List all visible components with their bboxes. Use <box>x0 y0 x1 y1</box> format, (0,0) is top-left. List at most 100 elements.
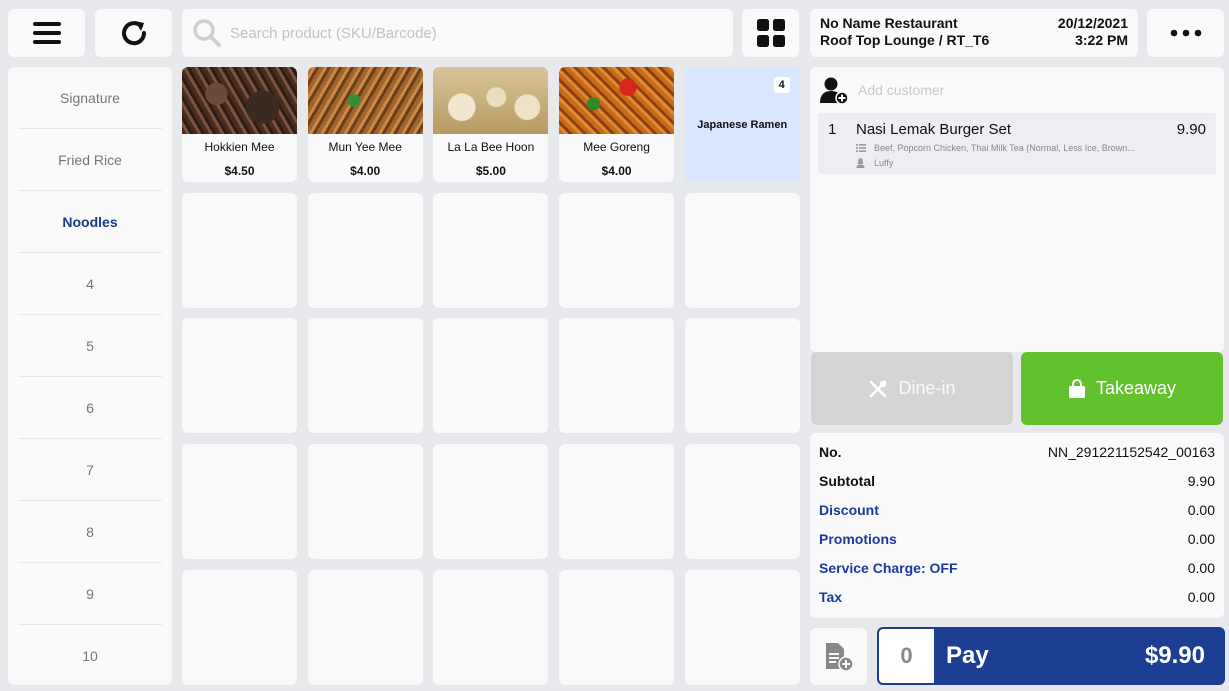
order-number-value: NN_291221152542_00163 <box>1047 443 1215 460</box>
category-item[interactable]: Fried Rice <box>18 129 162 191</box>
empty-tile <box>433 192 549 308</box>
bag-icon <box>1068 378 1085 398</box>
product-tile[interactable]: Mee Goreng $4.00 <box>559 67 675 182</box>
cutlery-icon <box>870 380 887 397</box>
search-icon <box>193 19 221 47</box>
empty-tile <box>307 192 423 308</box>
dine-in-label: Dine-in <box>898 378 956 398</box>
header-info: No Name Restaurant 20/12/2021 Roof Top L… <box>810 9 1138 57</box>
pay-item-count: 0 <box>879 629 934 683</box>
promotions-row: Promotions 0.00 <box>819 524 1215 553</box>
product-tile[interactable]: La La Bee Hoon $5.00 <box>433 67 549 182</box>
tax-row: Tax 0.00 <box>819 582 1215 611</box>
header-time: 3:22 PM <box>1075 32 1128 48</box>
empty-tile <box>559 192 675 308</box>
empty-tile <box>559 318 675 434</box>
category-list: Signature Fried Rice Noodles 4 5 6 7 8 9… <box>8 67 172 685</box>
empty-tile <box>559 569 675 685</box>
category-item[interactable]: 8 <box>18 501 162 563</box>
subtotal-value: 9.90 <box>1187 472 1215 489</box>
takeaway-button[interactable]: Takeaway <box>1021 352 1223 425</box>
promotions-value: 0.00 <box>1187 530 1215 547</box>
search-bar[interactable] <box>182 9 733 57</box>
menu-icon <box>32 22 61 44</box>
chef-icon <box>856 158 870 168</box>
product-name: Mun Yee Mee <box>328 140 402 154</box>
product-tile[interactable]: Mun Yee Mee $4.00 <box>307 67 423 182</box>
tax-value: 0.00 <box>1187 588 1215 605</box>
empty-tile <box>433 318 549 434</box>
product-image <box>559 67 675 134</box>
product-image <box>433 67 549 134</box>
category-item[interactable]: 6 <box>18 377 162 439</box>
add-note-button[interactable] <box>810 628 867 685</box>
pay-amount: $9.90 <box>1144 642 1205 669</box>
folder-name: Japanese Ramen <box>697 118 788 131</box>
grid-view-button[interactable] <box>742 9 799 57</box>
empty-tile <box>559 444 675 560</box>
order-panel: 1 Nasi Lemak Burger Set 9.90 Beef, Popco… <box>810 67 1224 352</box>
empty-tile <box>684 192 800 308</box>
customer-input[interactable] <box>858 82 1158 98</box>
category-item[interactable]: 5 <box>18 315 162 377</box>
category-item[interactable]: 7 <box>18 439 162 501</box>
header-date: 20/12/2021 <box>1057 15 1128 31</box>
grid-icon <box>756 19 785 47</box>
category-item-active[interactable]: Noodles <box>18 191 162 253</box>
category-item[interactable]: 4 <box>18 253 162 315</box>
category-item[interactable]: Signature <box>18 67 162 129</box>
subtotal-row: Subtotal 9.90 <box>819 466 1215 495</box>
table-name: Roof Top Lounge / RT_T6 <box>820 32 990 48</box>
more-button[interactable] <box>1147 9 1224 57</box>
product-name: Mee Goreng <box>583 140 650 154</box>
order-item-qty: 1 <box>828 121 837 138</box>
menu-button[interactable] <box>8 9 85 57</box>
service-charge-link[interactable]: Service Charge: OFF <box>819 560 958 576</box>
empty-tile <box>684 318 800 434</box>
empty-tile <box>182 318 297 434</box>
order-item-modifiers: Beef, Popcorn Chicken, Thai Milk Tea (No… <box>874 143 1135 153</box>
add-note-icon <box>825 642 854 672</box>
pay-button[interactable]: 0 Pay $9.90 <box>877 627 1225 685</box>
product-image <box>307 67 423 134</box>
service-charge-value: 0.00 <box>1187 559 1215 576</box>
refresh-button[interactable] <box>95 9 172 57</box>
list-icon <box>856 144 870 152</box>
empty-tile <box>307 569 423 685</box>
tax-link[interactable]: Tax <box>819 589 842 605</box>
category-item[interactable]: 10 <box>18 625 162 687</box>
product-name: Hokkien Mee <box>204 140 275 154</box>
product-price: $4.00 <box>601 164 632 178</box>
search-input[interactable] <box>230 24 710 42</box>
empty-tile <box>307 318 423 434</box>
promotions-link[interactable]: Promotions <box>819 531 897 547</box>
order-item-name: Nasi Lemak Burger Set <box>856 121 1012 138</box>
product-grid: Hokkien Mee $4.50 Mun Yee Mee $4.00 La L… <box>182 67 800 687</box>
subtotal-label: Subtotal <box>819 472 875 489</box>
discount-link[interactable]: Discount <box>819 502 879 518</box>
empty-tile <box>182 192 297 308</box>
order-number-label: No. <box>819 443 842 460</box>
product-folder-tile[interactable]: 4 Japanese Ramen <box>684 67 800 182</box>
empty-tile <box>307 444 423 560</box>
empty-tile <box>684 444 800 560</box>
discount-value: 0.00 <box>1187 501 1215 518</box>
takeaway-label: Takeaway <box>1095 378 1177 398</box>
category-item[interactable]: 9 <box>18 563 162 625</box>
refresh-icon <box>121 21 146 46</box>
order-number-row: No. NN_291221152542_00163 <box>819 437 1215 466</box>
service-charge-row: Service Charge: OFF 0.00 <box>819 553 1215 582</box>
dine-in-button[interactable]: Dine-in <box>811 352 1013 425</box>
pay-label: Pay <box>946 642 989 669</box>
add-customer-row[interactable] <box>818 67 1216 113</box>
folder-count-badge: 4 <box>773 77 790 93</box>
empty-tile <box>182 569 297 685</box>
empty-tile <box>182 444 297 560</box>
product-tile[interactable]: Hokkien Mee $4.50 <box>182 67 297 182</box>
product-price: $4.00 <box>350 164 381 178</box>
product-price: $4.50 <box>224 164 255 178</box>
restaurant-name: No Name Restaurant <box>820 15 958 31</box>
order-item-staff: Luffy <box>874 158 894 168</box>
order-item[interactable]: 1 Nasi Lemak Burger Set 9.90 Beef, Popco… <box>818 113 1216 174</box>
order-item-price: 9.90 <box>1176 121 1206 138</box>
